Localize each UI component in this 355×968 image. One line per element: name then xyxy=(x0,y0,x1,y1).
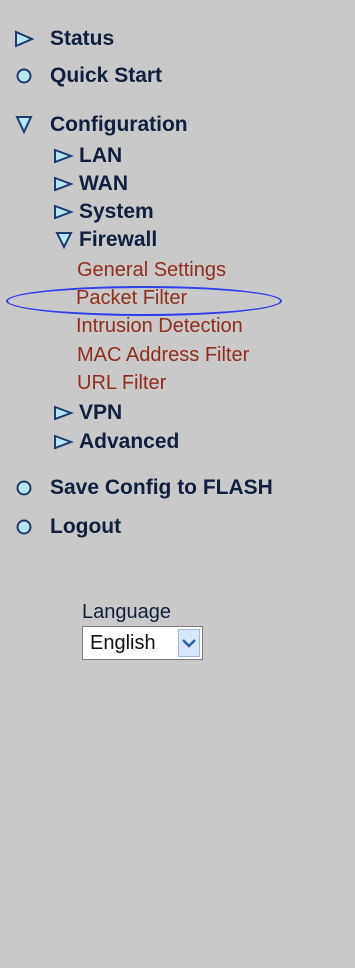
sidebar-item-general-settings[interactable]: General Settings xyxy=(77,259,226,282)
sidebar-item-vpn[interactable]: VPN xyxy=(53,399,122,427)
triangle-right-icon xyxy=(53,175,75,193)
navigation-panel: Status Quick Start Configuration LAN WAN… xyxy=(0,0,355,968)
triangle-down-icon xyxy=(53,231,75,249)
sidebar-item-system-label: System xyxy=(79,200,154,223)
triangle-right-icon xyxy=(53,433,75,451)
sidebar-item-lan[interactable]: LAN xyxy=(53,142,122,170)
language-label: Language xyxy=(82,601,171,623)
chevron-down-icon[interactable] xyxy=(178,629,200,657)
language-select-value: English xyxy=(90,631,156,654)
triangle-down-icon xyxy=(14,115,34,135)
sidebar-item-packet-filter[interactable]: Packet Filter xyxy=(76,287,187,310)
sidebar-item-system[interactable]: System xyxy=(53,198,154,226)
sidebar-item-wan[interactable]: WAN xyxy=(53,170,128,198)
sidebar-item-vpn-label: VPN xyxy=(79,401,123,424)
nav-item-save-config[interactable]: Save Config to FLASH xyxy=(14,474,273,502)
nav-item-configuration[interactable]: Configuration xyxy=(14,111,188,139)
sidebar-item-advanced[interactable]: Advanced xyxy=(53,428,179,456)
language-select[interactable]: English xyxy=(82,626,203,660)
sidebar-item-wan-label: WAN xyxy=(79,172,128,195)
sidebar-item-firewall-label: Firewall xyxy=(79,228,158,251)
triangle-right-icon xyxy=(53,203,75,221)
circle-icon xyxy=(14,66,34,86)
nav-item-logout-label: Logout xyxy=(50,515,122,538)
triangle-right-icon xyxy=(53,147,75,165)
circle-icon xyxy=(14,478,34,498)
nav-item-configuration-label: Configuration xyxy=(50,113,188,136)
sidebar-item-firewall[interactable]: Firewall xyxy=(53,226,157,254)
sidebar-item-mac-address-filter[interactable]: MAC Address Filter xyxy=(77,344,249,367)
triangle-right-icon xyxy=(14,29,34,49)
sidebar-item-intrusion-detection[interactable]: Intrusion Detection xyxy=(76,315,243,338)
triangle-right-icon xyxy=(53,404,75,422)
nav-item-quick-start-label: Quick Start xyxy=(50,64,163,87)
nav-item-quick-start[interactable]: Quick Start xyxy=(14,62,162,90)
nav-item-save-config-label: Save Config to FLASH xyxy=(50,476,273,499)
sidebar-item-url-filter[interactable]: URL Filter xyxy=(77,372,166,395)
nav-item-status-label: Status xyxy=(50,27,115,50)
nav-item-logout[interactable]: Logout xyxy=(14,513,121,541)
nav-item-status[interactable]: Status xyxy=(14,25,114,53)
sidebar-item-lan-label: LAN xyxy=(79,144,123,167)
circle-icon xyxy=(14,517,34,537)
sidebar-item-advanced-label: Advanced xyxy=(79,430,180,453)
